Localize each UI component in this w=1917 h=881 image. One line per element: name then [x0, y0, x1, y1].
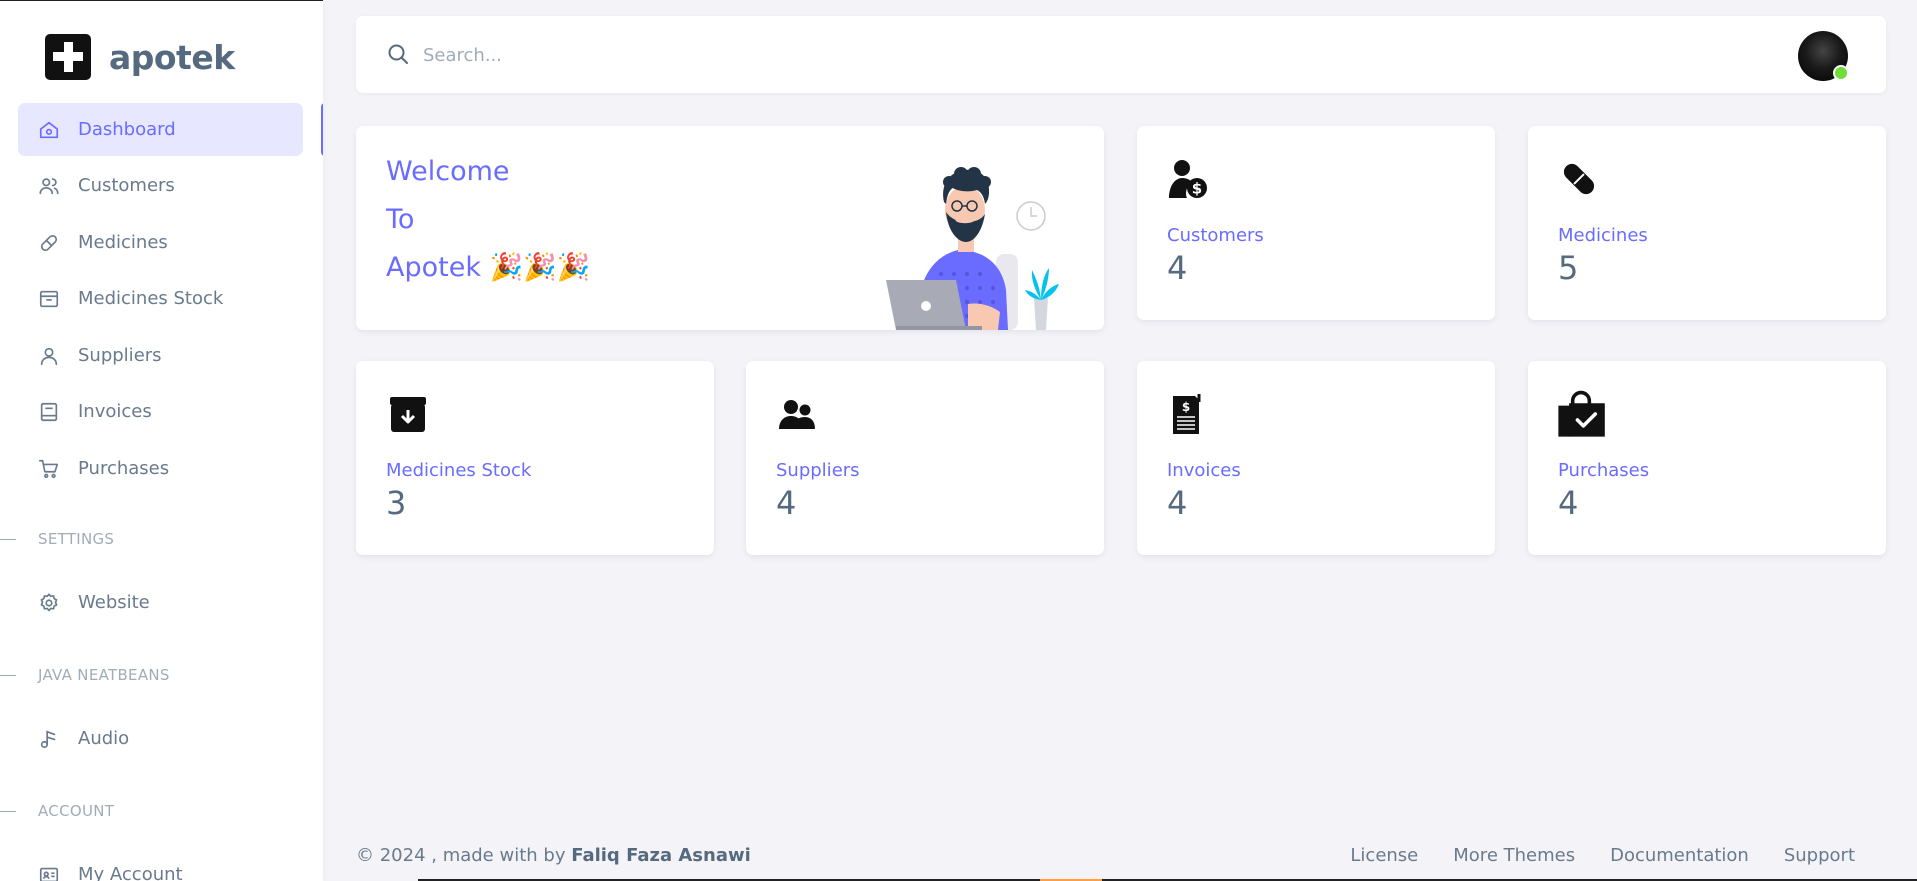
stat-card-purchases[interactable]: Purchases 4 — [1528, 361, 1886, 555]
search-input[interactable] — [423, 38, 1023, 72]
menu-header-label: ACCOUNT — [38, 802, 115, 820]
welcome-title-line-2: To — [386, 204, 415, 235]
stat-card-medicines-stock[interactable]: Medicines Stock 3 — [356, 361, 714, 555]
footer-copyright: © 2024 , made with by Faliq Faza Asnawi — [356, 845, 751, 866]
stat-value: 4 — [1167, 484, 1188, 522]
sidebar-item-label: Audio — [78, 728, 130, 749]
capsule-icon — [1563, 163, 1595, 195]
sidebar-item-invoices[interactable]: Invoices — [18, 385, 303, 438]
stat-value: 4 — [776, 484, 797, 522]
users-icon — [39, 177, 59, 194]
sidebar-item-purchases[interactable]: Purchases — [18, 442, 303, 495]
footer-link-more-themes[interactable]: More Themes — [1453, 845, 1575, 866]
archive-icon — [39, 290, 59, 307]
sidebar-item-suppliers[interactable]: Suppliers — [18, 329, 303, 382]
footer-author-link[interactable]: Faliq Faza Asnawi — [571, 845, 751, 866]
stat-card-suppliers[interactable]: Suppliers 4 — [746, 361, 1104, 555]
menu-header-settings: SETTINGS — [0, 530, 114, 548]
sidebar-item-label: Medicines — [78, 232, 168, 253]
stat-label: Invoices — [1167, 460, 1241, 481]
svg-text:$: $ — [1192, 180, 1202, 198]
stat-value: 5 — [1558, 249, 1579, 287]
sidebar-item-label: Purchases — [78, 458, 170, 479]
sidebar-item-label: My Account — [78, 864, 183, 881]
sidebar-item-label: Customers — [78, 175, 175, 196]
sidebar-item-label: Website — [78, 592, 150, 613]
footer-prefix: © 2024 , made with by — [356, 845, 572, 866]
top-navbar — [356, 16, 1886, 93]
brand[interactable]: apotek — [45, 34, 235, 80]
sidebar-item-medicines-stock[interactable]: Medicines Stock — [18, 272, 303, 325]
sidebar-item-label: Invoices — [78, 401, 152, 422]
user-group-icon — [779, 400, 815, 429]
music-note-icon — [40, 729, 56, 748]
sidebar: apotek Dashboard Customers Medicines Med… — [0, 0, 323, 881]
stat-value: 4 — [1167, 249, 1188, 287]
sidebar-item-label: Medicines Stock — [78, 288, 224, 309]
stat-card-invoices[interactable]: $ Invoices 4 — [1137, 361, 1495, 555]
shopping-bag-check-icon — [1558, 390, 1605, 437]
sidebar-item-audio[interactable]: Audio — [18, 712, 303, 765]
gear-icon — [40, 592, 58, 611]
book-icon — [40, 402, 58, 421]
stat-value: 4 — [1558, 484, 1579, 522]
welcome-card: Welcome To Apotek 🎉🎉🎉 — [356, 126, 1104, 330]
stat-card-customers[interactable]: $ Customers 4 — [1137, 126, 1495, 320]
menu-header-java-neatbeans: JAVA NEATBEANS — [0, 666, 170, 684]
sidebar-item-label: Dashboard — [78, 119, 176, 140]
stat-card-medicines[interactable]: Medicines 5 — [1528, 126, 1886, 320]
stat-label: Medicines — [1558, 225, 1648, 246]
menu-header-label: JAVA NEATBEANS — [38, 666, 170, 684]
home-icon — [39, 121, 59, 138]
customer-dollar-icon: $ — [1169, 160, 1207, 198]
sidebar-item-dashboard[interactable]: Dashboard — [18, 103, 323, 156]
welcome-title-line-1: Welcome — [386, 156, 510, 187]
search-icon — [388, 44, 408, 64]
archive-box-download-icon — [390, 397, 426, 432]
sidebar-item-website[interactable]: Website — [18, 576, 303, 629]
sidebar-item-my-account[interactable]: My Account — [18, 848, 303, 881]
medical-cross-logo-icon — [45, 34, 91, 80]
id-card-icon — [39, 867, 59, 881]
footer-link-documentation[interactable]: Documentation — [1610, 845, 1749, 866]
menu-header-label: SETTINGS — [38, 530, 115, 548]
stat-value: 3 — [386, 484, 407, 522]
footer-link-license[interactable]: License — [1350, 845, 1418, 866]
sidebar-item-label: Suppliers — [78, 345, 162, 366]
svg-text:$: $ — [1182, 400, 1190, 414]
brand-name: apotek — [109, 37, 235, 77]
cart-icon — [39, 459, 59, 478]
pill-icon — [40, 234, 58, 251]
menu-header-account: ACCOUNT — [0, 802, 114, 820]
sidebar-item-medicines[interactable]: Medicines — [18, 216, 303, 269]
invoice-receipt-icon: $ — [1173, 394, 1201, 434]
man-with-laptop-illustration — [886, 167, 1059, 330]
footer-links: License More Themes Documentation Suppor… — [1350, 845, 1855, 866]
user-icon — [40, 347, 58, 365]
stat-label: Customers — [1167, 225, 1264, 246]
stat-label: Medicines Stock — [386, 460, 532, 481]
user-avatar[interactable] — [1798, 31, 1849, 81]
sidebar-item-customers[interactable]: Customers — [18, 159, 303, 212]
footer-link-support[interactable]: Support — [1784, 845, 1855, 866]
welcome-title-line-3: Apotek 🎉🎉🎉 — [386, 252, 591, 283]
stat-label: Purchases — [1558, 460, 1650, 481]
stat-label: Suppliers — [776, 460, 860, 481]
